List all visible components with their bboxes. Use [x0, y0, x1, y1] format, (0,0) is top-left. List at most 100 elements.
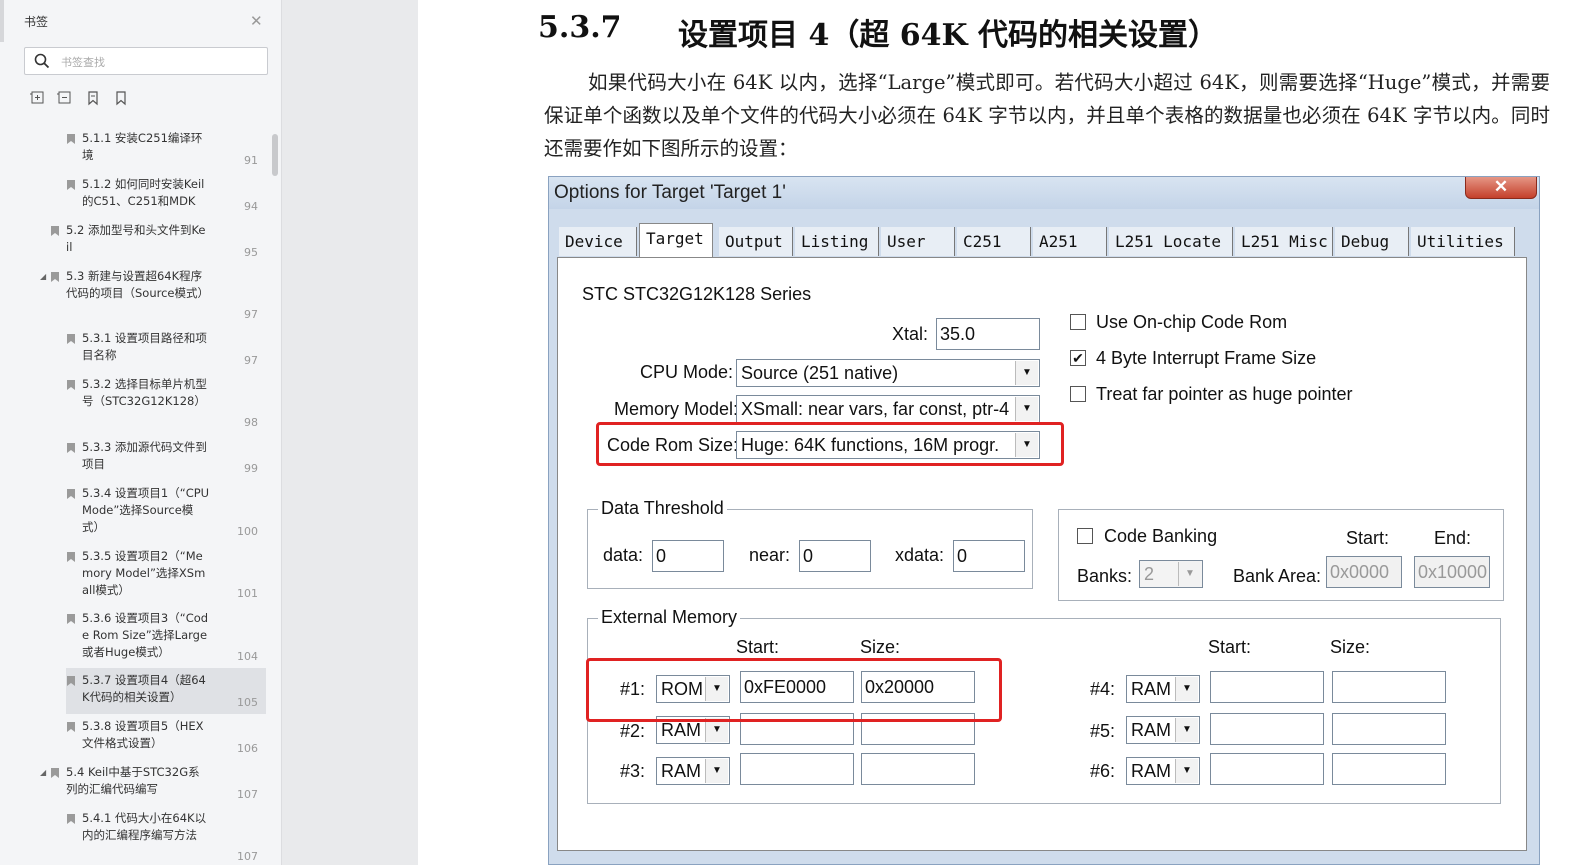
collapse-arrow-icon[interactable]: ◢ — [40, 764, 46, 781]
collapse-all-icon[interactable] — [57, 90, 73, 106]
bookmark-search-box[interactable] — [24, 47, 268, 75]
bookmark-search-input[interactable] — [59, 51, 263, 73]
bank-end-input[interactable]: 0x10000 — [1414, 556, 1490, 588]
body-paragraph: 如果代码大小在 64K 以内，选择“Large”模式即可。若代码大小超过 64K… — [544, 71, 1550, 160]
near-label: near: — [749, 545, 791, 565]
document-background — [282, 0, 418, 865]
near-threshold-input[interactable]: 0 — [799, 540, 871, 572]
chevron-down-icon[interactable]: ▼ — [1178, 562, 1201, 586]
tab-target[interactable]: Target — [639, 223, 713, 257]
chevron-down-icon[interactable]: ▼ — [1175, 759, 1198, 783]
data-threshold-input[interactable]: 0 — [652, 540, 724, 572]
ext-size-label-right: Size: — [1330, 637, 1371, 657]
ext-memory-type-value: RAM — [661, 761, 701, 781]
bookmark-item[interactable]: 5.3.2 选择目标单片机型号（STC32G12K128） — [67, 376, 210, 410]
close-icon[interactable]: ✕ — [250, 12, 263, 30]
ext-size-input[interactable] — [1332, 671, 1446, 703]
ext-start-input[interactable] — [740, 753, 854, 785]
tab-user[interactable]: User — [881, 227, 955, 256]
section-number: 5.3.7 — [538, 10, 622, 45]
ext-row-label: #2: — [620, 721, 646, 741]
ext-memory-type-select[interactable]: RAM ▼ — [1126, 757, 1200, 785]
chevron-down-icon[interactable]: ▼ — [1175, 718, 1198, 742]
ext-row-label: #3: — [620, 761, 646, 781]
bookmark-item[interactable]: ◢ 5.3 新建与设置超64K程序代码的项目（Source模式） — [40, 268, 209, 302]
red-highlight-box — [586, 658, 1002, 722]
bookmark-icon[interactable] — [113, 90, 129, 106]
close-icon[interactable]: ✕ — [1465, 177, 1537, 199]
bookmark-icon — [67, 180, 75, 190]
cpu-mode-select[interactable]: Source (251 native) ▼ — [736, 359, 1040, 387]
ext-start-input[interactable] — [1210, 753, 1324, 785]
ext-size-input[interactable] — [1332, 753, 1446, 785]
ext-size-input[interactable] — [861, 753, 975, 785]
treat-far-pointer-checkbox[interactable] — [1070, 386, 1086, 402]
keil-options-dialog: Options for Target 'Target 1' ✕ Device T… — [548, 176, 1540, 865]
tab-device[interactable]: Device — [559, 227, 637, 256]
bookmark-page-number: 106 — [237, 742, 258, 755]
bookmark-icon — [51, 768, 59, 778]
treat-far-pointer-label: Treat far pointer as huge pointer — [1096, 384, 1353, 404]
chevron-down-icon[interactable]: ▼ — [1015, 397, 1038, 421]
ext-memory-type-select[interactable]: RAM ▼ — [656, 757, 730, 785]
chevron-down-icon[interactable]: ▼ — [705, 759, 728, 783]
ext-memory-type-value: RAM — [1131, 679, 1171, 699]
bookmark-icon — [67, 134, 75, 144]
tab-l251-misc[interactable]: L251 Misc — [1235, 227, 1333, 256]
cpu-mode-value: Source (251 native) — [741, 363, 899, 383]
ext-size-input[interactable] — [1332, 713, 1446, 745]
ext-start-input[interactable] — [1210, 671, 1324, 703]
tab-l251-locate[interactable]: L251 Locate — [1109, 227, 1233, 256]
bank-start-input[interactable]: 0x0000 — [1326, 556, 1402, 588]
bookmark-icon — [67, 334, 75, 344]
chevron-down-icon[interactable]: ▼ — [1175, 677, 1198, 701]
sidebar-accent-bar — [0, 0, 4, 42]
bookmark-page-number: 97 — [244, 308, 258, 321]
tab-output[interactable]: Output — [719, 227, 793, 256]
bookmark-icon — [67, 614, 75, 624]
bookmark-label: 5.4.1 代码大小在64K以内的汇编程序编写方法 — [82, 811, 207, 842]
tab-c251[interactable]: C251 — [957, 227, 1031, 256]
bank-area-label: Bank Area: — [1233, 566, 1322, 586]
red-highlight-box — [596, 422, 1064, 466]
bookmark-icon — [67, 814, 75, 824]
four-byte-interrupt-frame-label: 4 Byte Interrupt Frame Size — [1096, 348, 1317, 368]
chevron-down-icon[interactable]: ▼ — [1015, 361, 1038, 385]
tab-utilities[interactable]: Utilities — [1411, 227, 1515, 256]
four-byte-interrupt-frame-checkbox[interactable]: ✔ — [1070, 350, 1086, 366]
add-bookmark-icon[interactable] — [85, 90, 101, 106]
ext-memory-type-select[interactable]: RAM ▼ — [1126, 716, 1200, 744]
section-title: 设置项目 4（超 64K 代码的相关设置） — [678, 18, 1219, 53]
code-banking-group: Code Banking Start: End: Banks: 2 ▼ Bank… — [1058, 509, 1504, 601]
use-onchip-code-rom-label: Use On-chip Code Rom — [1096, 312, 1288, 332]
bookmark-item[interactable]: 5.4.1 代码大小在64K以内的汇编程序编写方法 — [67, 810, 210, 844]
data-threshold-title: Data Threshold — [598, 498, 727, 519]
bookmark-page-number: 104 — [237, 650, 258, 663]
tab-listing[interactable]: Listing — [795, 227, 879, 256]
bookmark-icon — [67, 443, 75, 453]
bank-end-label: End: — [1434, 528, 1472, 548]
ext-row-label: #5: — [1090, 721, 1116, 741]
ext-memory-type-select[interactable]: RAM ▼ — [1126, 675, 1200, 703]
xtal-input[interactable]: 35.0 — [936, 318, 1040, 350]
bank-start-label: Start: — [1346, 528, 1390, 548]
xtal-label: Xtal: — [892, 324, 929, 344]
banks-select[interactable]: 2 ▼ — [1139, 560, 1203, 588]
xdata-label: xdata: — [895, 545, 945, 565]
sidebar-scrollbar[interactable] — [272, 134, 278, 176]
xdata-threshold-input[interactable]: 0 — [953, 540, 1025, 572]
ext-start-input[interactable] — [1210, 713, 1324, 745]
expand-all-icon[interactable] — [30, 90, 46, 106]
use-onchip-code-rom-checkbox[interactable] — [1070, 314, 1086, 330]
collapse-arrow-icon[interactable]: ◢ — [40, 268, 46, 285]
tab-debug[interactable]: Debug — [1335, 227, 1409, 256]
tab-a251[interactable]: A251 — [1033, 227, 1107, 256]
sidebar-title: 书签 — [24, 15, 49, 29]
memory-model-label: Memory Model: — [614, 399, 739, 419]
bookmark-page-number: 94 — [244, 200, 258, 213]
memory-model-select[interactable]: XSmall: near vars, far const, ptr-4 ▼ — [736, 395, 1040, 423]
bookmark-page-number: 100 — [237, 525, 258, 538]
banks-label: Banks: — [1077, 566, 1133, 586]
code-banking-label: Code Banking — [1104, 526, 1218, 546]
code-banking-checkbox[interactable] — [1077, 528, 1093, 544]
